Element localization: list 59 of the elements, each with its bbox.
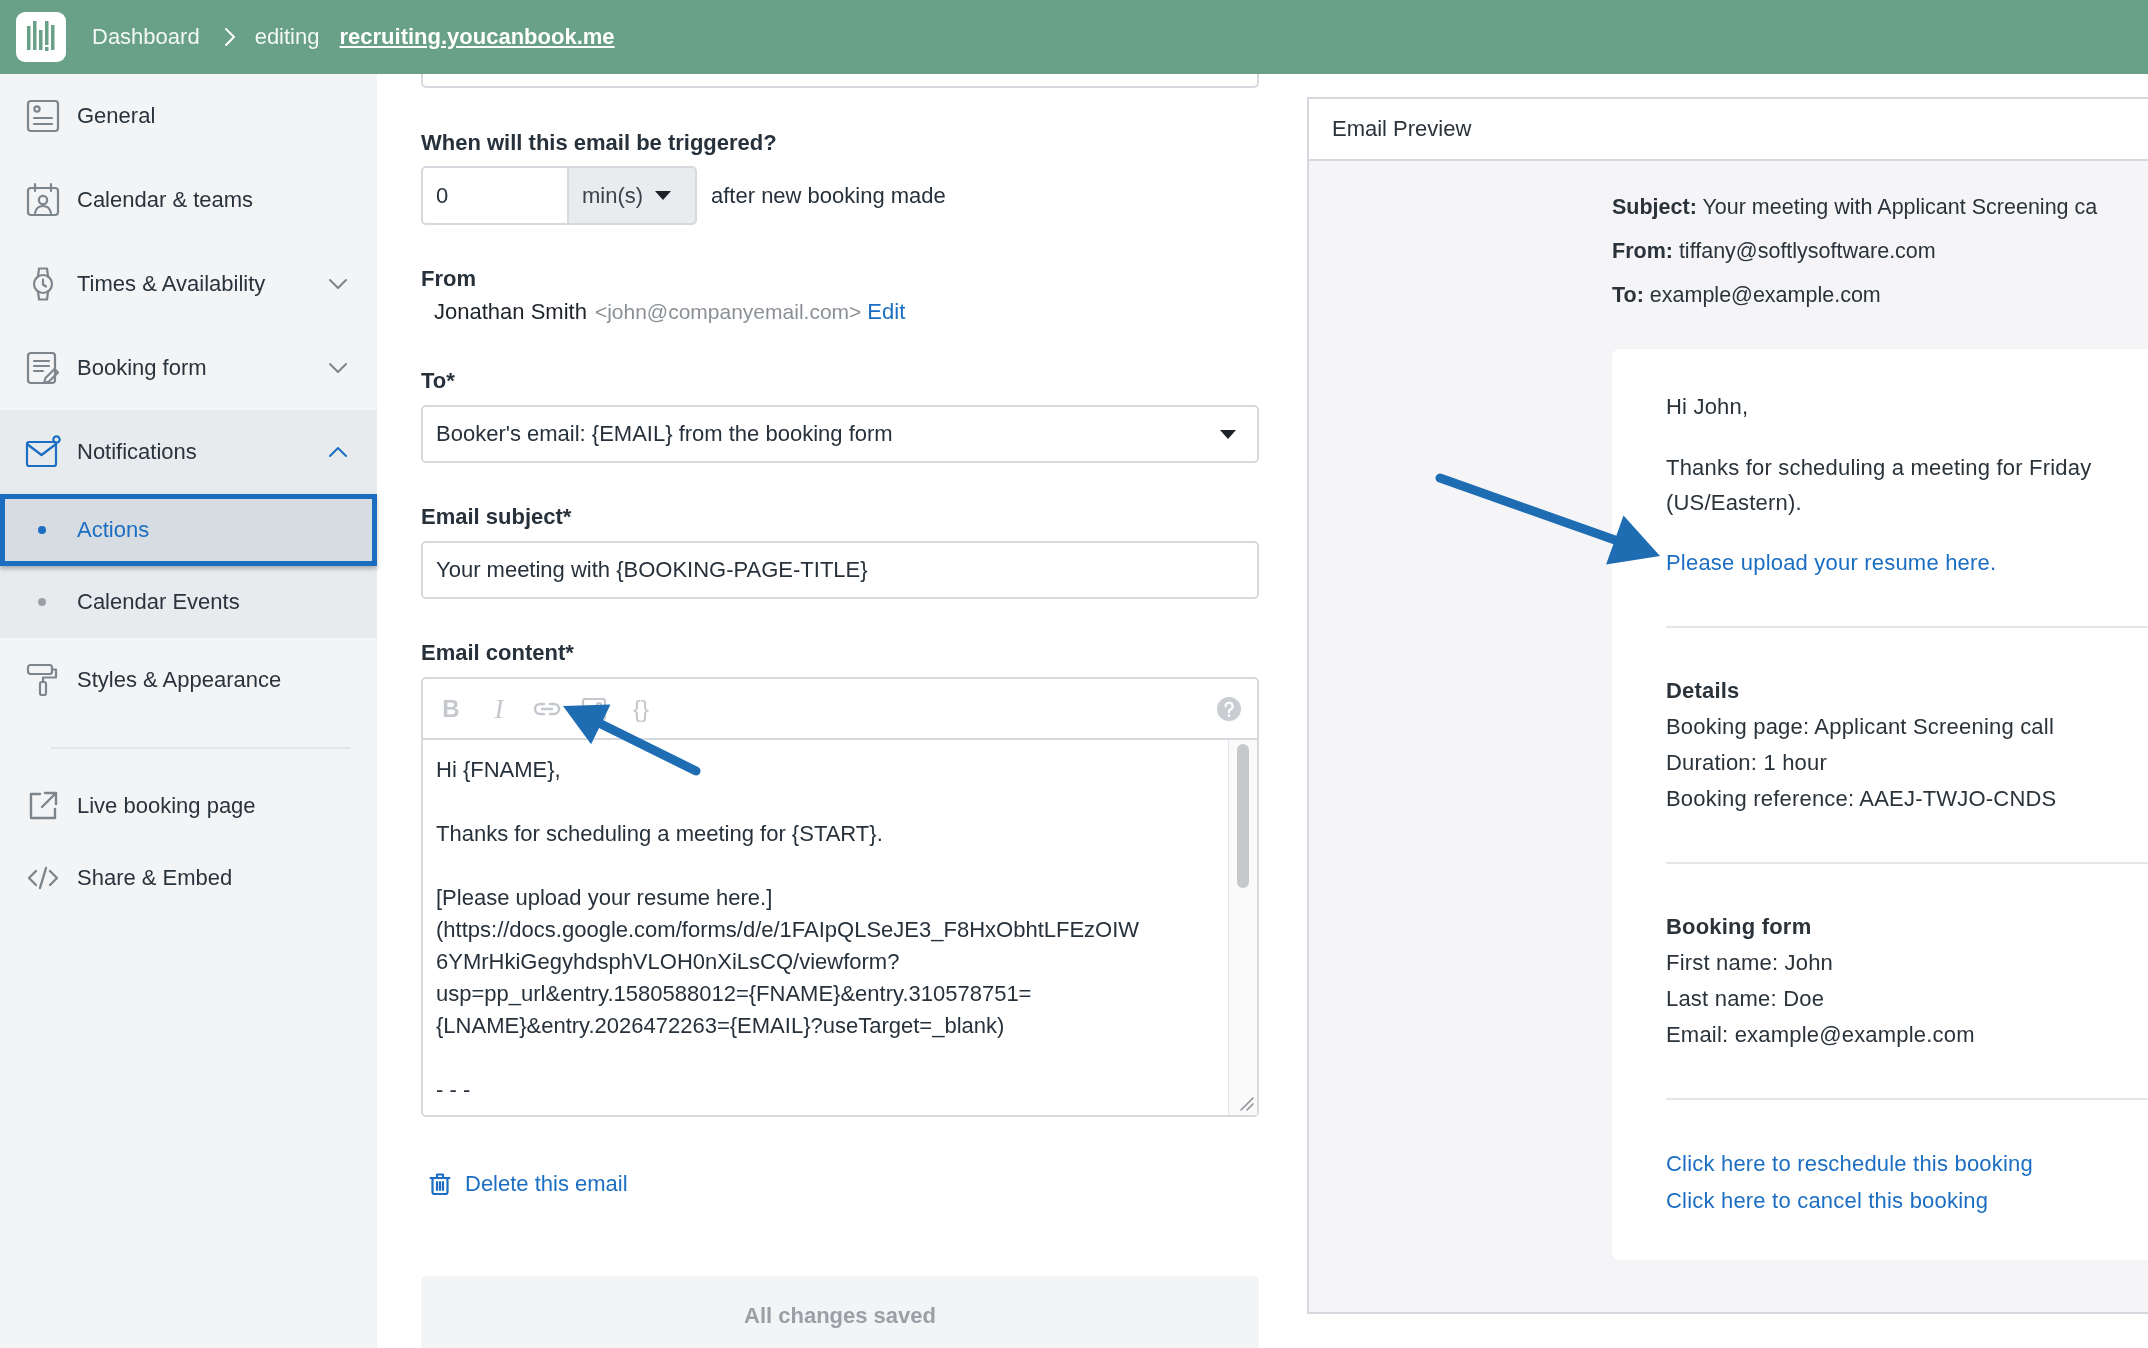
sidebar-link[interactable]: Share & Embed	[0, 842, 377, 914]
field-label: From	[421, 265, 476, 293]
detail-line: Booking page: Applicant Screening call	[1666, 713, 2054, 741]
recipient-select[interactable]: Booker's email: {EMAIL} from the booking form	[421, 405, 1259, 463]
trigger-suffix-text: after new booking made	[711, 182, 946, 209]
id-card-icon	[25, 98, 61, 134]
caret-icon	[1220, 429, 1236, 439]
calendar-person-icon	[25, 182, 61, 218]
sidebar-item[interactable]: Times & Availability	[0, 242, 377, 326]
email-header-line: From: tiffany@softlysoftware.com	[1612, 238, 1936, 265]
sidebar-item[interactable]: Styles & Appearance	[0, 638, 377, 722]
sender-address: <john@companyemail.com>	[594, 299, 862, 325]
help-icon[interactable]	[1217, 696, 1241, 721]
email-header-line: Subject: Your meeting with Applicant Screening ca	[1612, 194, 2098, 221]
sidebar-subitem[interactable]: Calendar Events	[0, 566, 377, 638]
sidebar-item[interactable]: General	[0, 74, 377, 158]
sidebar-item[interactable]: Notifications	[0, 410, 377, 494]
unit-dropdown[interactable]: min(s)	[569, 166, 697, 225]
preview-title-bar: Email Preview	[1309, 99, 2148, 161]
upload-link[interactable]: Please upload your resume here.	[1666, 545, 1997, 581]
field-label: To*	[421, 367, 455, 395]
number-field[interactable]: 0	[421, 166, 569, 225]
email-content-field[interactable]: Hi {FNAME}, Thanks for scheduling a meeting for {START}. [Please upload your resume here.] (https://docs.google.com/forms/d/e/1FAIpQLSeJE3_F8HxObhtLFEzOIW 6YMrHkiGegyhdsphVLOH0nXiLsCQ/viewform? usp=pp_url&entry.1580588012={FNAME}&entry.310578751= {LNAME}&entry.2026472263={EMAIL}?useTarget=_blank) - - -	[423, 740, 1228, 1115]
app-logo[interactable]	[16, 12, 66, 62]
text-field[interactable]	[421, 74, 1259, 88]
detail-line: Email: example@example.com	[1666, 1021, 1975, 1049]
section-heading: Details	[1666, 677, 1740, 705]
delete-link[interactable]: Delete this email	[429, 1169, 628, 1199]
sender-name: Jonathan Smith	[434, 298, 587, 326]
section-heading: Booking form	[1666, 913, 1812, 941]
email-paragraph: Thanks for scheduling a meeting for Friday (US/Eastern).	[1666, 454, 2092, 517]
sidebar-subitem[interactable]: Actions	[0, 494, 377, 566]
edit-link[interactable]: Edit	[867, 297, 906, 327]
caret-icon	[655, 191, 672, 200]
link-icon[interactable]	[533, 700, 561, 717]
field-label: Email content*	[421, 639, 574, 667]
email-greeting: Hi John,	[1666, 393, 1749, 421]
resize-handle-icon[interactable]	[1238, 1095, 1254, 1111]
detail-line: Last name: Doe	[1666, 985, 1825, 1013]
scrollbar-thumb[interactable]	[1237, 744, 1249, 888]
sidebar-item[interactable]: Booking form	[0, 326, 377, 410]
booking-link[interactable]: Click here to cancel this booking	[1666, 1182, 1989, 1219]
detail-line: Booking reference: AAEJ-TWJO-CNDS	[1666, 785, 2057, 813]
field-label: Email subject*	[421, 503, 572, 531]
detail-line: First name: John	[1666, 949, 1834, 977]
chevron-right-icon	[223, 27, 236, 47]
field-label: When will this email be triggered?	[421, 129, 777, 157]
booking-link[interactable]: Click here to reschedule this booking	[1666, 1145, 2033, 1182]
envelope-icon	[25, 434, 61, 470]
email-header-line: To: example@example.com	[1612, 282, 1881, 309]
bullet-icon	[38, 526, 46, 534]
sidebar-item[interactable]: Calendar & teams	[0, 158, 377, 242]
subject-field[interactable]: Your meeting with {BOOKING-PAGE-TITLE}	[421, 541, 1259, 599]
detail-line: Duration: 1 hour	[1666, 749, 1827, 777]
breadcrumb-text: editing	[254, 24, 320, 50]
form-pencil-icon	[25, 350, 61, 386]
sidebar-link[interactable]: Live booking page	[0, 770, 377, 842]
bullet-icon	[38, 598, 46, 606]
trash-icon	[429, 1172, 451, 1196]
